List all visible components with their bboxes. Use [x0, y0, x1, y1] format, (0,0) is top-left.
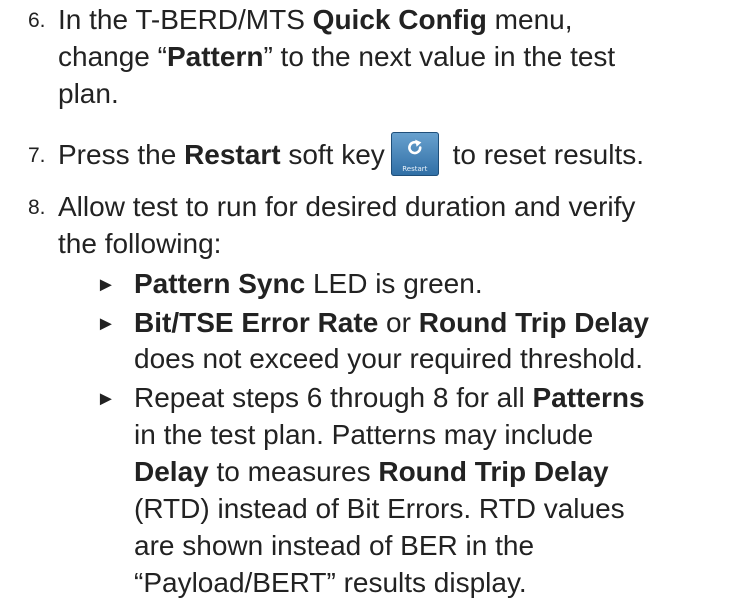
bullet-text-line: Pattern Sync LED is green. — [134, 268, 483, 299]
step-number: 8. — [28, 196, 46, 219]
step-text-line: the following: — [58, 228, 222, 259]
bullet-text-line: (RTD) instead of Bit Errors. RTD values — [134, 493, 625, 524]
bullet-arrow-icon: ► — [96, 313, 116, 335]
bullet-arrow-icon: ► — [96, 274, 116, 296]
step-text-line: Press the Restart soft key Restart to res… — [58, 131, 728, 176]
setting-name: Patterns — [532, 382, 645, 413]
menu-name: Quick Config — [312, 4, 487, 35]
bullet-text-line: Repeat steps 6 through 8 for all Pattern… — [134, 382, 645, 413]
step-number: 7. — [28, 144, 46, 167]
bullet-text-line: “Payload/BERT” results display. — [134, 567, 527, 598]
restart-soft-key[interactable]: Restart — [390, 131, 439, 176]
bullet-text-line: Bit/TSE Error Rate or Round Trip Delay — [134, 307, 649, 338]
bullet-text-line: in the test plan. Patterns may include — [134, 419, 594, 450]
soft-key-label: Restart — [402, 164, 428, 173]
step-text-line: Allow test to run for desired duration a… — [58, 191, 636, 222]
result-name: Bit/TSE Error Rate — [134, 307, 379, 338]
restart-icon — [407, 139, 422, 154]
setting-name: Pattern — [166, 41, 264, 72]
result-name: Round Trip Delay — [418, 307, 649, 338]
step-text-line: change “Pattern” to the next value in th… — [58, 41, 616, 72]
bullet-arrow-icon: ► — [96, 388, 116, 410]
step-text-line: plan. — [58, 78, 119, 109]
result-name: Round Trip Delay — [378, 456, 609, 487]
led-name: Pattern Sync — [134, 268, 306, 299]
key-name: Restart — [184, 139, 281, 170]
bullet-text-line: are shown instead of BER in the — [134, 530, 535, 561]
bullet-text-line: does not exceed your required threshold. — [134, 343, 643, 374]
step-text-line: In the T-BERD/MTS Quick Config menu, — [58, 4, 573, 35]
instruction-document: 6. In the T-BERD/MTS Quick Config menu, … — [0, 0, 730, 606]
bullet-text-line: Delay to measures Round Trip Delay — [134, 456, 609, 487]
step-number: 6. — [28, 9, 46, 32]
pattern-name: Delay — [134, 456, 209, 487]
